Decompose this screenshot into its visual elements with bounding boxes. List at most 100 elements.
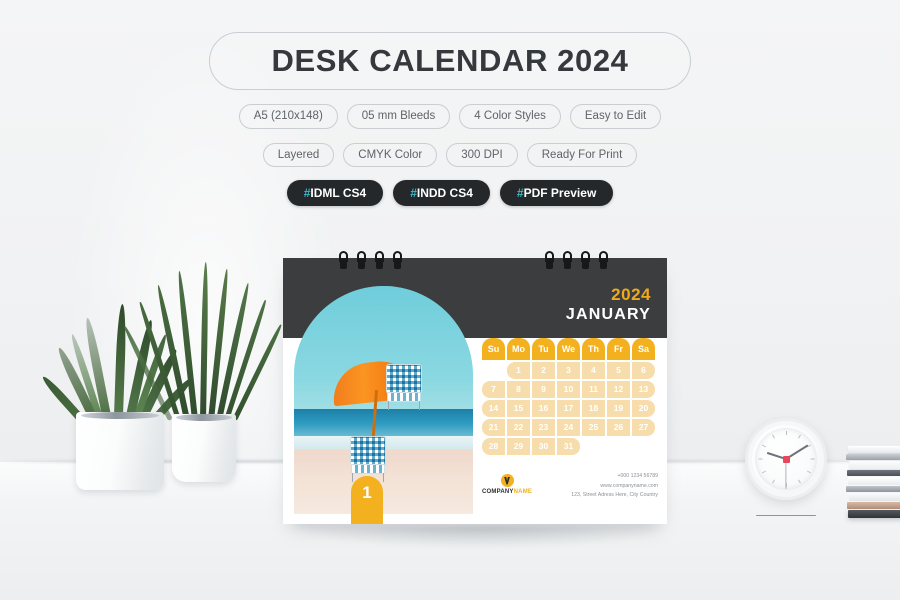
company-logo: COMPANYNAME: [482, 474, 532, 495]
beach-chair-right: [386, 364, 422, 410]
calendar-month-name: JANUARY: [565, 306, 651, 323]
calendar-day-cell[interactable]: 31: [557, 438, 580, 455]
feature-tag-row-2: Layered CMYK Color 300 DPI Ready For Pri…: [0, 142, 900, 168]
hashtag-pdf-label: PDF Preview: [523, 186, 597, 201]
calendar-shadow: [291, 526, 669, 548]
book-item: [848, 477, 900, 485]
calendar-week-row: 14 15 16 17 18 19 20: [482, 400, 655, 417]
page-title: DESK CALENDAR 2024: [271, 43, 629, 78]
calendar-day-cell: [632, 438, 655, 455]
feature-tag-dpi[interactable]: 300 DPI: [446, 142, 518, 168]
book-item: [847, 470, 900, 476]
snake-plant: [122, 261, 284, 502]
book-item: [849, 461, 900, 469]
title-pill: DESK CALENDAR 2024: [209, 32, 691, 90]
calendar-day-cell[interactable]: 14: [482, 400, 505, 417]
book-item: [848, 510, 900, 518]
calendar-day-cell[interactable]: 2: [532, 362, 555, 379]
feature-tag-colors[interactable]: 4 Color Styles: [459, 104, 561, 129]
calendar-day-cell[interactable]: 15: [507, 400, 530, 417]
calendar-day-cell[interactable]: 23: [532, 419, 555, 436]
weekday-header-row: Su Mo Tu We Th Fr Sa: [482, 338, 655, 360]
calendar-day-cell[interactable]: 25: [582, 419, 605, 436]
company-name-secondary: NAME: [513, 489, 533, 495]
weekday-we: We: [557, 338, 580, 360]
calendar-day-cell: [482, 362, 505, 379]
snake-plant-leaves: [122, 261, 284, 422]
calendar-day-cell[interactable]: 4: [582, 362, 605, 379]
calendar-day-cell[interactable]: 12: [607, 381, 630, 398]
hashtag-indd[interactable]: #INDD CS4: [393, 180, 490, 207]
contact-website: www.companyname.com: [600, 482, 658, 489]
hash-symbol-icon: #: [516, 186, 524, 201]
calendar-grid: Su Mo Tu We Th Fr Sa 1 2 3 4 5 6 7 8 9 1…: [482, 338, 655, 458]
feature-tag-print[interactable]: Ready For Print: [526, 142, 638, 168]
calendar-day-cell[interactable]: 1: [507, 362, 530, 379]
calendar-day-cell: [582, 438, 605, 455]
hashtag-indd-label: INDD CS4: [416, 186, 473, 201]
calendar-day-cell[interactable]: 21: [482, 419, 505, 436]
calendar-card: 2024 JANUARY 1 Su Mo Tu We Th Fr Sa 1 2 …: [283, 251, 667, 524]
contact-address: 123, Street Adress Here, City Country: [571, 492, 658, 499]
calendar-day-cell: [607, 438, 630, 455]
haworthia-leaves: [40, 300, 195, 423]
calendar-day-cell[interactable]: 3: [557, 362, 580, 379]
book-item: [846, 454, 900, 460]
logo-badge-icon: [500, 474, 514, 487]
desk-clock: [745, 418, 839, 524]
beach-chair-left: [350, 436, 386, 482]
calendar-day-cell[interactable]: 16: [532, 400, 555, 417]
book-item: [846, 486, 900, 492]
calendar-day-cell[interactable]: 6: [632, 362, 655, 379]
calendar-day-cell[interactable]: 17: [557, 400, 580, 417]
company-name-primary: COMPANY: [482, 489, 514, 495]
month-number-label: 1: [362, 483, 372, 502]
arch-photo-frame: [294, 286, 473, 514]
calendar-week-row: 28 29 30 31: [482, 438, 655, 455]
calendar-year: 2024: [611, 285, 651, 304]
feature-tag-cmyk[interactable]: CMYK Color: [343, 142, 438, 168]
calendar-day-cell[interactable]: 19: [607, 400, 630, 417]
calendar-day-cell[interactable]: 11: [582, 381, 605, 398]
haworthia-plant: [40, 300, 195, 500]
weekday-mo: Mo: [507, 338, 530, 360]
calendar-day-cell[interactable]: 10: [557, 381, 580, 398]
feature-tag-layered[interactable]: Layered: [262, 142, 335, 168]
calendar-week-row: 1 2 3 4 5 6: [482, 362, 655, 379]
calendar-photo: [294, 286, 473, 514]
company-logo-text: COMPANYNAME: [482, 489, 532, 495]
hashtag-idml-label: IDML CS4: [310, 186, 367, 201]
calendar-day-cell[interactable]: 5: [607, 362, 630, 379]
clock-face: [755, 428, 817, 490]
hashtag-row: #IDML CS4 #INDD CS4 #PDF Preview: [0, 180, 900, 207]
calendar-footer: COMPANYNAME +000 1234 56789 www.companyn…: [482, 472, 658, 506]
calendar-day-cell[interactable]: 13: [632, 381, 655, 398]
book-item: [847, 502, 900, 509]
calendar-day-cell[interactable]: 30: [532, 438, 555, 455]
calendar-day-cell[interactable]: 18: [582, 400, 605, 417]
calendar-day-cell[interactable]: 28: [482, 438, 505, 455]
calendar-day-cell[interactable]: 29: [507, 438, 530, 455]
hashtag-pdf[interactable]: #PDF Preview: [499, 180, 614, 207]
feature-tag-size[interactable]: A5 (210x148): [238, 104, 338, 129]
calendar-day-cell[interactable]: 8: [507, 381, 530, 398]
weekday-sa: Sa: [632, 338, 655, 360]
calendar-day-cell[interactable]: 22: [507, 419, 530, 436]
stacked-books: [846, 446, 900, 520]
weekday-tu: Tu: [532, 338, 555, 360]
calendar-day-cell[interactable]: 24: [557, 419, 580, 436]
calendar-day-cell[interactable]: 26: [607, 419, 630, 436]
calendar-day-cell[interactable]: 9: [532, 381, 555, 398]
desk-calendar-mockup: 2024 JANUARY 1 Su Mo Tu We Th Fr Sa 1 2 …: [283, 251, 669, 548]
feature-tag-edit[interactable]: Easy to Edit: [569, 104, 662, 129]
calendar-day-cell[interactable]: 27: [632, 419, 655, 436]
month-number-tab: 1: [351, 476, 383, 524]
haworthia-pot: [76, 412, 164, 490]
feature-tag-bleeds[interactable]: 05 mm Bleeds: [346, 104, 451, 129]
book-item: [849, 493, 900, 501]
weekday-fr: Fr: [607, 338, 630, 360]
hashtag-idml[interactable]: #IDML CS4: [286, 180, 384, 207]
calendar-day-cell[interactable]: 20: [632, 400, 655, 417]
snake-plant-pot: [172, 414, 236, 482]
calendar-day-cell[interactable]: 7: [482, 381, 505, 398]
